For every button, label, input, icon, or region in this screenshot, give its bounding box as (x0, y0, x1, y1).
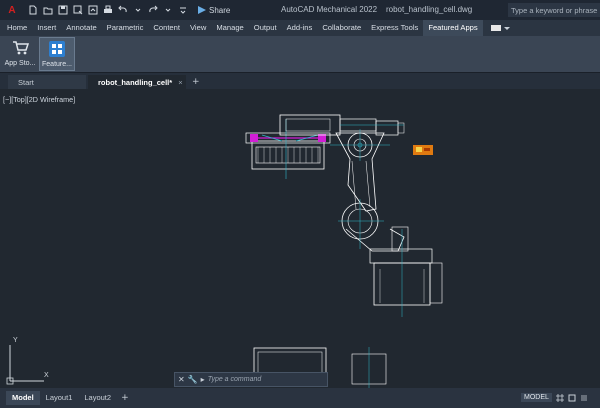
tab-express-tools[interactable]: Express Tools (366, 20, 423, 36)
redo-icon[interactable] (148, 5, 158, 15)
ucs-icon: Y X (4, 337, 54, 387)
shopping-cart-icon (13, 41, 29, 55)
ribbon-minimize-icon (490, 25, 501, 31)
start-tab-label: Start (18, 77, 34, 87)
window-title: AutoCAD Mechanical 2022 robot_handling_c… (281, 5, 472, 14)
tab-parametric[interactable]: Parametric (102, 20, 149, 36)
app-title: AutoCAD Mechanical 2022 (281, 5, 378, 14)
grid-icon[interactable] (556, 394, 564, 402)
command-customize-icon[interactable]: 🔧 (188, 375, 198, 384)
snap-icon[interactable] (568, 394, 576, 402)
share-label: Share (209, 5, 231, 15)
print-icon[interactable] (103, 5, 113, 15)
open-folder-icon[interactable] (43, 5, 53, 15)
redo-dropdown-icon[interactable] (163, 5, 173, 15)
cloud-save-icon[interactable] (88, 5, 98, 15)
app-menu-button[interactable]: A (0, 0, 24, 20)
tab-view[interactable]: View (185, 20, 211, 36)
gripper-assembly (245, 119, 331, 179)
tab-home[interactable]: Home (2, 20, 32, 36)
tab-collaborate[interactable]: Collaborate (317, 20, 366, 36)
tab-featured-apps[interactable]: Featured Apps (423, 20, 483, 36)
ucs-y-label: Y (13, 337, 18, 344)
tab-content[interactable]: Content (148, 20, 185, 36)
ucs-axes-icon (6, 345, 44, 385)
robot-drawing (245, 114, 443, 388)
new-tab-button[interactable]: + (188, 75, 204, 89)
status-menu-icon[interactable] (580, 394, 588, 402)
tab-robot-handling-cell[interactable]: robot_handling_cell* × (88, 75, 186, 89)
layout-tab-layout2[interactable]: Layout2 (78, 391, 117, 405)
search-placeholder: Type a keyword or phrase (511, 5, 598, 15)
title-bar: A Share AutoCAD Mechanical 2022 robot_ha… (0, 0, 600, 20)
add-layout-button[interactable]: + (117, 393, 133, 403)
layout-tab-layout1[interactable]: Layout1 (40, 391, 79, 405)
ribbon-tab-bar: Home Insert Annotate Parametric Content … (0, 20, 600, 36)
tab-output[interactable]: Output (249, 20, 282, 36)
app-store-label: App Sto... (4, 60, 36, 67)
featured-apps-button[interactable]: Feature... (39, 37, 75, 71)
command-close-icon[interactable]: ✕ (178, 375, 185, 384)
tab-manage[interactable]: Manage (211, 20, 248, 36)
layout-tab-model[interactable]: Model (6, 391, 40, 405)
new-file-icon[interactable] (28, 5, 38, 15)
robot-base (338, 199, 443, 317)
undo-icon[interactable] (118, 5, 128, 15)
command-input[interactable]: Type a command (208, 376, 262, 383)
chevron-down-icon (503, 26, 510, 30)
status-bar: Model Layout1 Layout2 + MODEL (0, 388, 600, 408)
featured-apps-icon (49, 41, 65, 57)
save-as-icon[interactable] (73, 5, 83, 15)
tab-insert[interactable]: Insert (32, 20, 61, 36)
quick-access-toolbar (28, 5, 188, 15)
keyword-search-input[interactable]: Type a keyword or phrase (508, 3, 600, 17)
tab-start[interactable]: Start (8, 75, 86, 89)
drawing-canvas[interactable]: [−][Top][2D Wireframe] Y X ✕ 🔧 ▸ Type a … (0, 89, 600, 388)
tab-annotate[interactable]: Annotate (61, 20, 101, 36)
app-store-button[interactable]: App Sto... (2, 37, 38, 71)
featured-apps-label: Feature... (42, 61, 72, 68)
ribbon-display-toggle[interactable] (490, 25, 510, 31)
document-tab-label: robot_handling_cell* (98, 77, 173, 87)
ucs-x-label: X (44, 372, 49, 379)
autocad-logo-icon: A (8, 4, 16, 16)
share-button[interactable]: Share (198, 6, 230, 15)
command-prompt-icon: ▸ (200, 375, 205, 384)
close-tab-icon[interactable]: × (178, 78, 182, 87)
customize-toolbar-icon[interactable] (178, 5, 188, 15)
ribbon-panel: App Sto... Feature... (0, 36, 600, 73)
model-space-toggle[interactable]: MODEL (521, 393, 552, 402)
undo-dropdown-icon[interactable] (133, 5, 143, 15)
tab-add-ins[interactable]: Add-ins (282, 20, 318, 36)
command-line[interactable]: ✕ 🔧 ▸ Type a command (174, 372, 328, 387)
save-icon[interactable] (58, 5, 68, 15)
document-name: robot_handling_cell.dwg (385, 5, 473, 14)
viewport-controls[interactable]: [−][Top][2D Wireframe] (3, 95, 75, 104)
share-arrow-icon (198, 6, 206, 14)
autocad-window: A Share AutoCAD Mechanical 2022 robot_ha… (0, 0, 600, 408)
file-tab-bar: Start robot_handling_cell* × + (0, 73, 600, 89)
